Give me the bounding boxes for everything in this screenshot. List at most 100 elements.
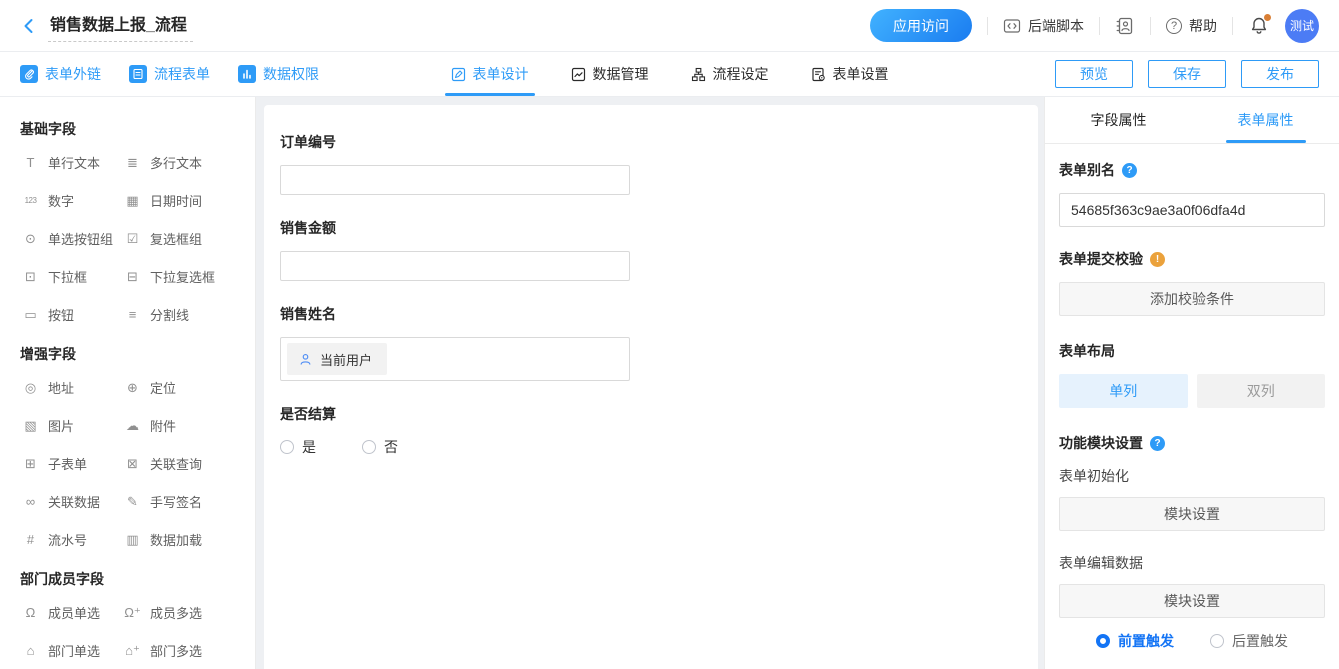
app-access-button[interactable]: 应用访问 [870, 9, 972, 42]
multi-line-text-icon: ≣ [127, 155, 138, 170]
trigger-after-option[interactable]: 后置触发 [1210, 631, 1288, 651]
sidebar-item-label: 日期时间 [150, 194, 203, 209]
basic-fields-grid: T 单行文本 ≣ 多行文本 123 数字 ▦ 日期时间 ⊙ 单选按钮组 ☑ 复选框组 ⊡ 下拉… [0, 151, 255, 334]
sidebar-item-attachment[interactable]: ☁ 附件 [124, 416, 247, 435]
layout-double-column-button[interactable]: 双列 [1196, 374, 1325, 408]
notification-bell-icon[interactable] [1248, 13, 1271, 37]
sidebar-item-button[interactable]: ▭ 按钮 [22, 305, 124, 324]
sidebar-item-single-line-text[interactable]: T 单行文本 [22, 153, 124, 172]
sidebar-item-label: 部门多选 [150, 644, 203, 659]
sidebar-item-serial-number[interactable]: # 流水号 [22, 530, 124, 549]
sidebar-item-radio-group[interactable]: ⊙ 单选按钮组 [22, 229, 124, 248]
current-user-chip[interactable]: 当前用户 [287, 343, 388, 375]
sidebar-item-label: 附件 [150, 419, 177, 434]
form-canvas-card[interactable]: 订单编号 销售金额 销售姓名 当前用户 是否结算 是 否 [264, 105, 1038, 669]
sidebar-item-label: 关联查询 [150, 457, 203, 472]
notification-badge [1264, 13, 1271, 21]
form-edit-module-button[interactable]: 模块设置 [1059, 584, 1325, 618]
serial-number-icon: # [26, 532, 35, 547]
sidebar-item-member-multi[interactable]: Ω⁺ 成员多选 [124, 603, 247, 622]
help-icon[interactable]: ? [1122, 162, 1137, 178]
form-alias-input[interactable] [1059, 193, 1325, 227]
sidebar-item-label: 单行文本 [48, 156, 101, 171]
help-label: 帮助 [1189, 17, 1217, 34]
backend-script-button[interactable]: 后端脚本 [1003, 16, 1084, 36]
flow-form-label: 流程表单 [154, 66, 210, 82]
sidebar-item-label: 地址 [48, 381, 75, 396]
text-input[interactable] [280, 251, 630, 281]
sidebar-item-member-single[interactable]: Ω 成员单选 [22, 603, 124, 622]
tab-data-manage[interactable]: 数据管理 [571, 52, 649, 96]
divider [987, 16, 988, 35]
divider [1099, 16, 1100, 35]
multi-dropdown-icon: ⊟ [127, 269, 138, 284]
sidebar-item-multi-line-text[interactable]: ≣ 多行文本 [124, 153, 247, 172]
sidebar-item-data-load[interactable]: ▥ 数据加载 [124, 530, 247, 549]
form-external-link-button[interactable]: 表单外链 [20, 64, 101, 84]
radio-circle-icon [1210, 634, 1224, 648]
sidebar-item-checkbox-group[interactable]: ☑ 复选框组 [124, 229, 247, 248]
canvas-field-sales-name[interactable]: 销售姓名 当前用户 [280, 304, 630, 381]
sidebar-item-subform[interactable]: ⊞ 子表单 [22, 454, 124, 473]
submit-validation-label: 表单提交校验 [1059, 251, 1143, 267]
canvas-field-order-number[interactable]: 订单编号 [280, 132, 630, 195]
trigger-before-option[interactable]: 前置触发 [1096, 631, 1174, 651]
canvas-field-settled[interactable]: 是否结算 是 否 [280, 404, 630, 457]
sidebar-item-department-single[interactable]: ⌂ 部门单选 [22, 641, 124, 660]
sidebar-item-image[interactable]: ▧ 图片 [22, 416, 124, 435]
sidebar-item-linked-query[interactable]: ⊠ 关联查询 [124, 454, 247, 473]
tab-flow-setting[interactable]: 流程设定 [691, 52, 769, 96]
checkbox-group-icon: ☑ [126, 231, 139, 246]
tab-field-properties[interactable]: 字段属性 [1045, 97, 1192, 143]
canvas-field-sales-amount[interactable]: 销售金额 [280, 218, 630, 281]
tab-label: 流程设定 [712, 66, 769, 82]
preview-button[interactable]: 预览 [1055, 60, 1133, 88]
tab-form-properties[interactable]: 表单属性 [1192, 97, 1339, 143]
publish-button[interactable]: 发布 [1241, 60, 1319, 88]
tab-form-setting[interactable]: 表单设置 [811, 52, 889, 96]
attachment-icon: ☁ [126, 418, 139, 433]
sidebar-item-label: 关联数据 [48, 495, 101, 510]
member-single-icon: Ω [25, 605, 36, 620]
sidebar-item-label: 成员多选 [150, 606, 203, 621]
flow-form-button[interactable]: 流程表单 [129, 64, 210, 84]
section-title-enhanced-fields: 增强字段 [20, 346, 76, 362]
user-avatar[interactable]: 测试 [1285, 8, 1319, 43]
sidebar-item-address[interactable]: ◎ 地址 [22, 378, 124, 397]
form-layout-label: 表单布局 [1059, 343, 1115, 359]
sidebar-item-dropdown[interactable]: ⊡ 下拉框 [22, 267, 124, 286]
radio-option-label: 否 [384, 439, 398, 455]
warning-icon: ! [1150, 251, 1165, 267]
layout-single-column-button[interactable]: 单列 [1059, 374, 1188, 408]
sidebar-item-label: 复选框组 [150, 232, 203, 247]
sidebar-item-signature[interactable]: ✎ 手写签名 [124, 492, 247, 511]
back-button[interactable] [20, 17, 38, 35]
sidebar-item-label: 手写签名 [150, 495, 203, 510]
form-init-module-button[interactable]: 模块设置 [1059, 497, 1325, 531]
add-validation-button[interactable]: 添加校验条件 [1059, 282, 1325, 316]
member-select-input[interactable]: 当前用户 [280, 337, 630, 381]
radio-option-yes[interactable]: 是 [280, 437, 316, 457]
sidebar-item-datetime[interactable]: ▦ 日期时间 [124, 191, 247, 210]
address-icon: ◎ [24, 380, 37, 395]
field-label: 订单编号 [280, 134, 336, 150]
datetime-icon: ▦ [126, 193, 139, 208]
image-icon: ▧ [24, 418, 37, 433]
contacts-icon[interactable] [1115, 16, 1135, 36]
sidebar-item-divider[interactable]: ≡ 分割线 [124, 305, 247, 324]
help-icon[interactable]: ? [1150, 435, 1165, 451]
sidebar-item-number[interactable]: 123 数字 [22, 191, 124, 210]
tab-form-design[interactable]: 表单设计 [444, 52, 535, 96]
data-permission-button[interactable]: 数据权限 [238, 64, 319, 84]
help-button[interactable]: ? 帮助 [1166, 16, 1217, 36]
sidebar-item-linked-data[interactable]: ∞ 关联数据 [22, 492, 124, 511]
page-title[interactable]: 销售数据上报_流程 [48, 9, 193, 42]
sidebar-item-location[interactable]: ⊕ 定位 [124, 378, 247, 397]
sidebar-item-multi-dropdown[interactable]: ⊟ 下拉复选框 [124, 267, 247, 286]
radio-option-no[interactable]: 否 [362, 437, 398, 457]
save-button[interactable]: 保存 [1148, 60, 1226, 88]
text-input[interactable] [280, 165, 630, 195]
dropdown-icon: ⊡ [25, 269, 36, 284]
data-manage-icon [571, 67, 585, 81]
sidebar-item-department-multi[interactable]: ⌂⁺ 部门多选 [124, 641, 247, 660]
